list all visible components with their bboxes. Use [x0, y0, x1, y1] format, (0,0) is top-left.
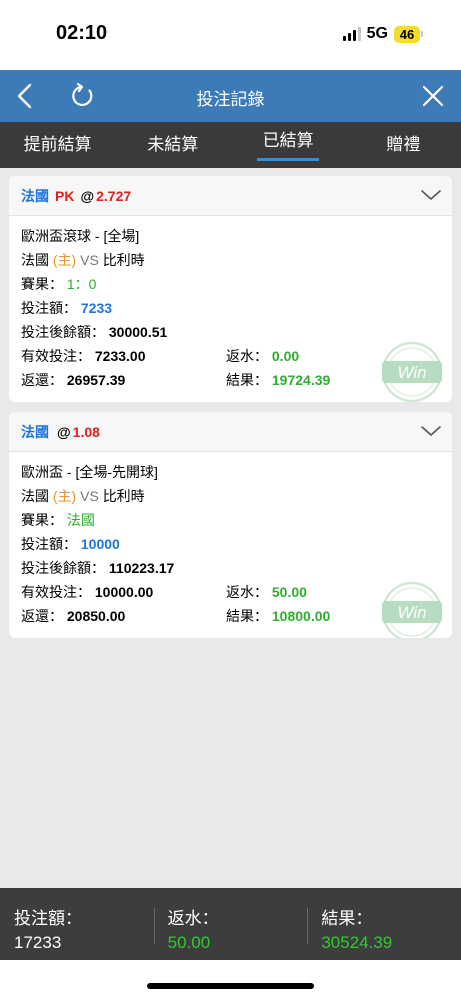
result-line: 賽果： 法國	[21, 508, 440, 532]
bet-card-body: 歐洲盃 - [全場-先開球] 法國 (主) VS 比利時 賽果： 法國 投注額：…	[9, 452, 452, 638]
result-value: 1：0	[66, 276, 97, 292]
app-header: 投注記錄	[0, 70, 461, 122]
summary-outcome-value: 30524.39	[321, 933, 393, 952]
bet-odds: 2.727	[96, 187, 132, 204]
league-line: 歐洲盃 - [全場-先開球]	[21, 464, 158, 480]
tab-unsettled[interactable]: 未結算	[115, 122, 230, 168]
match-line: 法國 (主) VS 比利時	[21, 484, 440, 508]
result-label: 賽果：	[21, 276, 63, 292]
rebate-label: 返水：	[226, 584, 268, 600]
balance-value: 30000.51	[108, 324, 168, 340]
home-team: 法國	[21, 488, 49, 504]
bet-card-body: 歐洲盃滾球 - [全場] 法國 (主) VS 比利時 賽果： 1：0 投注額： …	[9, 216, 452, 402]
tab-gifts[interactable]: 贈禮	[346, 122, 461, 168]
status-time: 02:10	[56, 22, 108, 44]
battery-icon: 46	[394, 25, 423, 43]
result-line: 賽果： 1：0	[21, 272, 440, 296]
bet-card-header[interactable]: 法國 @ 1.08	[9, 412, 452, 452]
valid-label: 有效投注：	[21, 348, 91, 364]
bet-pk: PK	[55, 187, 75, 204]
result-value: 法國	[66, 512, 95, 528]
tab-early-settle[interactable]: 提前結算	[0, 122, 115, 168]
summary-outcome: 結果： 30524.39	[307, 888, 461, 960]
home-team: 法國	[21, 252, 49, 268]
bet-card[interactable]: 法國 PK @ 2.727 歐洲盃滾球 - [全場] 法國 (主) VS 比利時…	[9, 176, 452, 402]
bet-card-header[interactable]: 法國 PK @ 2.727	[9, 176, 452, 216]
summary-rebate: 返水： 50.00	[153, 888, 308, 960]
home-tag: (主)	[52, 488, 77, 504]
network-type: 5G	[366, 25, 388, 42]
valid-value: 10000.00	[94, 584, 154, 600]
outcome-value: 19724.39	[271, 372, 331, 388]
valid-rebate-line: 有效投注： 10000.00 返水： 50.00	[21, 580, 440, 604]
vs-label: VS	[80, 252, 99, 268]
valid-rebate-line: 有效投注： 7233.00 返水： 0.00	[21, 344, 440, 368]
chevron-down-icon[interactable]	[420, 423, 442, 439]
bet-odds: 1.08	[72, 423, 100, 440]
summary-rebate-label: 返水：	[167, 909, 219, 928]
return-label: 返還：	[21, 372, 63, 388]
return-value: 20850.00	[66, 608, 126, 624]
return-outcome-line: 返還： 26957.39 結果： 19724.39	[21, 368, 440, 392]
svg-text:Win: Win	[397, 363, 426, 382]
return-value: 26957.39	[66, 372, 126, 388]
home-bar-area	[0, 960, 461, 1000]
tab-bar: 提前結算 未結算 已結算 贈禮	[0, 122, 461, 168]
balance-value: 110223.17	[108, 560, 175, 576]
rebate-value: 50.00	[271, 584, 307, 600]
stake-value: 7233	[80, 300, 113, 316]
status-bar: 02:10 5G 46	[0, 0, 461, 70]
bet-at: @	[57, 423, 71, 440]
summary-footer: 投注額： 17233 返水： 50.00 結果： 30524.39	[0, 888, 461, 960]
balance-label: 投注後餘額：	[21, 324, 105, 340]
outcome-label: 結果：	[226, 608, 268, 624]
battery-level: 46	[394, 25, 420, 43]
stake-label: 投注額：	[21, 300, 77, 316]
stake-line: 投注額： 7233	[21, 296, 440, 320]
outcome-label: 結果：	[226, 372, 268, 388]
tab-settled[interactable]: 已結算	[231, 122, 346, 168]
outcome-value: 10800.00	[271, 608, 331, 624]
win-stamp-icon: Win	[381, 581, 443, 638]
chevron-down-icon[interactable]	[420, 187, 442, 203]
valid-value: 7233.00	[94, 348, 146, 364]
close-button[interactable]	[419, 82, 447, 110]
status-indicators: 5G 46	[342, 24, 423, 44]
signal-icon	[342, 27, 361, 41]
win-stamp-icon: Win	[381, 341, 443, 402]
home-indicator[interactable]	[147, 983, 314, 989]
page-title: 投注記錄	[196, 90, 265, 109]
rebate-label: 返水：	[226, 348, 268, 364]
bet-team: 法國	[21, 187, 49, 204]
rebate-value: 0.00	[271, 348, 300, 364]
vs-label: VS	[80, 488, 99, 504]
svg-text:Win: Win	[397, 603, 426, 622]
return-outcome-line: 返還： 20850.00 結果： 10800.00	[21, 604, 440, 628]
summary-outcome-label: 結果：	[321, 909, 373, 928]
balance-label: 投注後餘額：	[21, 560, 105, 576]
return-label: 返還：	[21, 608, 63, 624]
home-tag: (主)	[52, 252, 77, 268]
bet-at: @	[80, 187, 95, 204]
bet-list: 法國 PK @ 2.727 歐洲盃滾球 - [全場] 法國 (主) VS 比利時…	[0, 168, 461, 888]
away-team: 比利時	[102, 252, 145, 268]
close-icon	[422, 85, 444, 107]
summary-rebate-value: 50.00	[167, 933, 211, 952]
summary-stake: 投注額： 17233	[0, 888, 154, 960]
stake-line: 投注額： 10000	[21, 532, 440, 556]
balance-line: 投注後餘額： 110223.17	[21, 556, 440, 580]
valid-label: 有效投注：	[21, 584, 91, 600]
stake-value: 10000	[80, 536, 120, 552]
bet-team: 法國	[21, 423, 49, 440]
summary-stake-value: 17233	[14, 933, 62, 952]
away-team: 比利時	[102, 488, 145, 504]
stake-label: 投注額：	[21, 536, 77, 552]
bet-card[interactable]: 法國 @ 1.08 歐洲盃 - [全場-先開球] 法國 (主) VS 比利時 賽…	[9, 412, 452, 638]
match-line: 法國 (主) VS 比利時	[21, 248, 440, 272]
balance-line: 投注後餘額： 30000.51	[21, 320, 440, 344]
summary-stake-label: 投注額：	[14, 909, 82, 928]
result-label: 賽果：	[21, 512, 63, 528]
league-line: 歐洲盃滾球 - [全場]	[21, 228, 140, 244]
